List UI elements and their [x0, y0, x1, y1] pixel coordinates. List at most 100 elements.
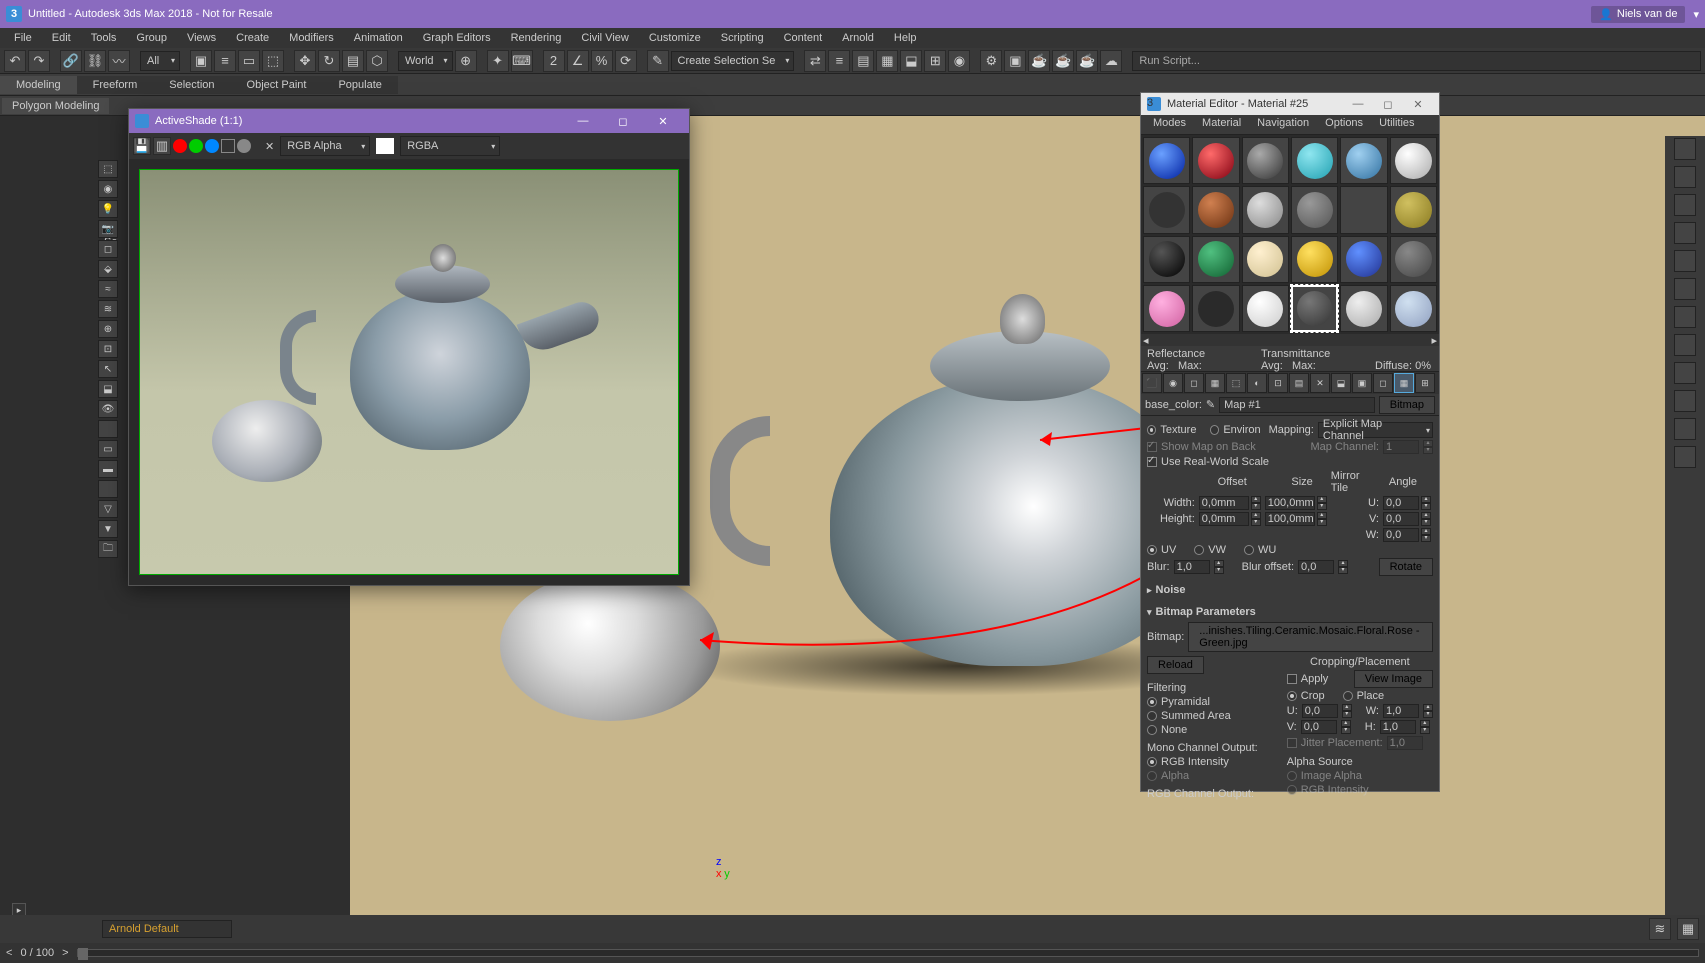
- me-toolbar-button-2[interactable]: ◻: [1184, 373, 1204, 393]
- green-channel-button[interactable]: [189, 139, 203, 153]
- me-toolbar-button-10[interactable]: ▣: [1352, 373, 1372, 393]
- titlebar-dropdown-icon[interactable]: ▾: [1685, 8, 1699, 21]
- view-image-button[interactable]: View Image: [1354, 670, 1433, 688]
- swatch-scrollbar[interactable]: ◂▸: [1141, 334, 1439, 346]
- angle-v-field[interactable]: 0,0: [1383, 512, 1419, 526]
- me-menu-options[interactable]: Options: [1317, 115, 1371, 134]
- menu-create[interactable]: Create: [226, 30, 279, 46]
- command-panel-button-8[interactable]: [1674, 362, 1696, 384]
- angle-w-field[interactable]: 0,0: [1383, 528, 1419, 542]
- material-swatch-8[interactable]: [1242, 186, 1289, 233]
- select-by-name-button[interactable]: ≡: [214, 50, 236, 72]
- unlink-button[interactable]: ⛓: [84, 50, 106, 72]
- rect-region-button[interactable]: ▭: [238, 50, 260, 72]
- close-button[interactable]: ✕: [643, 115, 683, 128]
- material-swatch-3[interactable]: [1291, 137, 1338, 184]
- command-panel-button-11[interactable]: [1674, 446, 1696, 468]
- map-channel-spinner[interactable]: ▴▾: [1423, 440, 1433, 454]
- palette-button-2[interactable]: 💡: [98, 200, 118, 218]
- curve-editor-button[interactable]: ⬓: [900, 50, 922, 72]
- material-editor-button[interactable]: ◉: [948, 50, 970, 72]
- map-channel-field[interactable]: 1: [1383, 440, 1419, 454]
- snap-percent-button[interactable]: %: [591, 50, 613, 72]
- ribbon-tab-freeform[interactable]: Freeform: [77, 76, 154, 94]
- crop-u-field[interactable]: 0,0: [1302, 704, 1338, 718]
- crop-radio[interactable]: [1287, 691, 1297, 701]
- me-toolbar-button-11[interactable]: ◻: [1373, 373, 1393, 393]
- palette-button-0[interactable]: ⬚: [98, 160, 118, 178]
- palette-button-17[interactable]: ▽: [98, 500, 118, 518]
- pyramidal-radio[interactable]: [1147, 697, 1157, 707]
- palette-button-7[interactable]: ≋: [98, 300, 118, 318]
- command-panel-button-9[interactable]: [1674, 390, 1696, 412]
- material-swatch-22[interactable]: [1340, 285, 1387, 332]
- palette-button-12[interactable]: 👁: [98, 400, 118, 418]
- material-swatch-23[interactable]: [1390, 285, 1437, 332]
- mapping-type-dropdown[interactable]: Explicit Map Channel: [1318, 422, 1433, 438]
- material-swatch-12[interactable]: [1143, 236, 1190, 283]
- vw-radio[interactable]: [1194, 545, 1204, 555]
- material-swatch-17[interactable]: [1390, 236, 1437, 283]
- me-toolbar-button-12[interactable]: ▦: [1394, 373, 1414, 393]
- me-maximize-button[interactable]: ◻: [1373, 98, 1403, 111]
- channel-dropdown-2[interactable]: RGBA: [400, 136, 500, 156]
- timeline-track[interactable]: [77, 949, 1699, 957]
- menu-content[interactable]: Content: [774, 30, 833, 46]
- palette-button-16[interactable]: [98, 480, 118, 498]
- me-minimize-button[interactable]: —: [1343, 98, 1373, 110]
- command-panel-button-2[interactable]: [1674, 194, 1696, 216]
- undo-button[interactable]: ↶: [4, 50, 26, 72]
- minimize-button[interactable]: —: [563, 115, 603, 127]
- edit-named-selection-button[interactable]: ✎: [647, 50, 669, 72]
- crop-v-field[interactable]: 0,0: [1301, 720, 1337, 734]
- select-move-button[interactable]: ✥: [294, 50, 316, 72]
- me-toolbar-button-1[interactable]: ◉: [1163, 373, 1183, 393]
- rgb-intensity-radio[interactable]: [1147, 757, 1157, 767]
- material-swatch-10[interactable]: [1340, 186, 1387, 233]
- clone-frame-button[interactable]: ▥: [153, 137, 171, 155]
- me-toolbar-button-0[interactable]: ⬛: [1142, 373, 1162, 393]
- render-output-image[interactable]: [139, 169, 679, 575]
- clear-button[interactable]: ✕: [261, 140, 278, 153]
- selection-lock-toggle[interactable]: ▦: [1677, 918, 1699, 940]
- channel-dropdown-1[interactable]: RGB Alpha: [280, 136, 370, 156]
- apply-checkbox[interactable]: [1287, 674, 1297, 684]
- me-toolbar-button-9[interactable]: ⬓: [1331, 373, 1351, 393]
- command-panel-button-6[interactable]: [1674, 306, 1696, 328]
- material-swatch-7[interactable]: [1192, 186, 1239, 233]
- menu-edit[interactable]: Edit: [42, 30, 81, 46]
- crop-w-field[interactable]: 1,0: [1383, 704, 1419, 718]
- window-crossing-button[interactable]: ⬚: [262, 50, 284, 72]
- material-swatch-15[interactable]: [1291, 236, 1338, 283]
- eyedropper-icon[interactable]: ✎: [1206, 398, 1215, 411]
- height-size-field[interactable]: 100,0mm: [1265, 512, 1315, 526]
- menu-rendering[interactable]: Rendering: [501, 30, 572, 46]
- redo-button[interactable]: ↷: [28, 50, 50, 72]
- command-panel-button-5[interactable]: [1674, 278, 1696, 300]
- maximize-button[interactable]: ◻: [603, 115, 643, 128]
- ribbon-tab-object-paint[interactable]: Object Paint: [231, 76, 323, 94]
- palette-button-9[interactable]: ⊡: [98, 340, 118, 358]
- render-online-button[interactable]: ☁: [1100, 50, 1122, 72]
- snap-2d-button[interactable]: 2: [543, 50, 565, 72]
- material-swatch-1[interactable]: [1192, 137, 1239, 184]
- time-slider[interactable]: < 0 / 100 >: [0, 943, 1705, 963]
- render-production-button[interactable]: ☕: [1028, 50, 1050, 72]
- texture-radio[interactable]: [1147, 425, 1156, 435]
- blur-offset-field[interactable]: 0,0: [1298, 560, 1334, 574]
- save-image-button[interactable]: 💾: [133, 137, 151, 155]
- palette-button-8[interactable]: ⊕: [98, 320, 118, 338]
- environ-radio[interactable]: [1210, 425, 1219, 435]
- command-panel-button-4[interactable]: [1674, 250, 1696, 272]
- mono-channel-button[interactable]: [237, 139, 251, 153]
- activeshade-window[interactable]: ActiveShade (1:1) — ◻ ✕ 💾 ▥ ✕ RGB Alpha …: [128, 108, 690, 586]
- rotate-button[interactable]: Rotate: [1379, 558, 1433, 576]
- me-menu-material[interactable]: Material: [1194, 115, 1249, 134]
- spinner-snap-button[interactable]: ⟳: [615, 50, 637, 72]
- user-account-button[interactable]: 👤 Niels van de: [1591, 6, 1685, 23]
- material-swatch-0[interactable]: [1143, 137, 1190, 184]
- menu-civil-view[interactable]: Civil View: [571, 30, 638, 46]
- menu-graph-editors[interactable]: Graph Editors: [413, 30, 501, 46]
- maxscript-listener-input[interactable]: Run Script...: [1132, 51, 1701, 71]
- material-swatch-2[interactable]: [1242, 137, 1289, 184]
